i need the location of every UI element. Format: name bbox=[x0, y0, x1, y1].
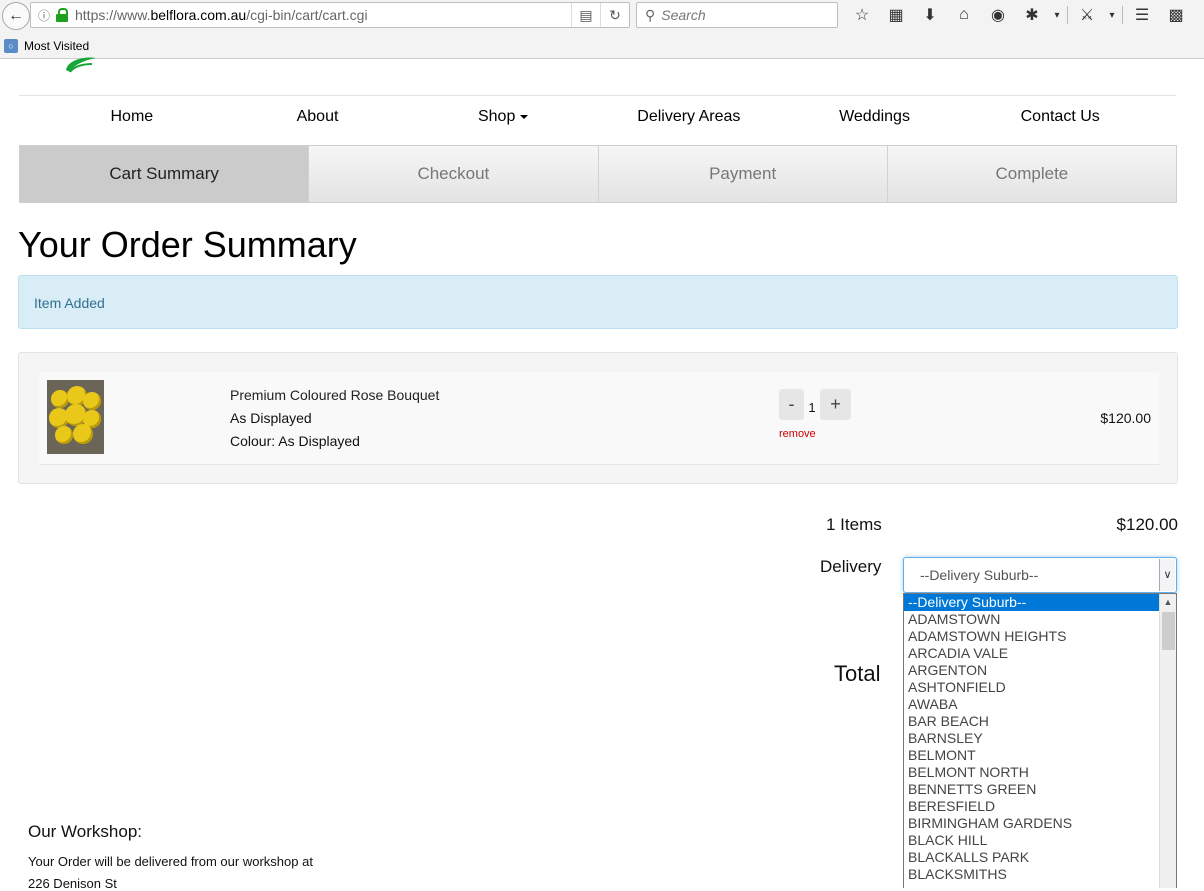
total-label: Total bbox=[834, 661, 881, 686]
decrease-quantity-button[interactable]: - bbox=[779, 389, 804, 420]
scrollbar-thumb[interactable] bbox=[1162, 612, 1175, 650]
dropdown-options: --Delivery Suburb-- ADAMSTOWN ADAMSTOWN HE… bbox=[904, 594, 1160, 883]
step-payment[interactable]: Payment bbox=[598, 146, 888, 202]
dropdown-option[interactable]: BERESFIELD bbox=[904, 798, 1160, 815]
dropdown-option[interactable]: ADAMSTOWN bbox=[904, 611, 1160, 628]
dropdown-option[interactable]: BELMONT NORTH bbox=[904, 764, 1160, 781]
pocket-icon[interactable]: ◉ bbox=[981, 5, 1015, 25]
bookmark-folder-icon: ○ bbox=[4, 39, 18, 53]
browser-toolbar: ← ⓘ https://www.belflora.com.au/cgi-bin/… bbox=[0, 0, 1204, 59]
site-logo[interactable] bbox=[62, 52, 102, 76]
home-icon[interactable]: ⌂ bbox=[947, 6, 981, 24]
reload-icon[interactable]: ↻ bbox=[600, 3, 629, 27]
dropdown-scrollbar[interactable]: ▲ bbox=[1159, 594, 1176, 888]
menu-icon[interactable]: ☰ bbox=[1125, 5, 1159, 25]
nav-home[interactable]: Home bbox=[39, 108, 225, 130]
step-complete[interactable]: Complete bbox=[887, 146, 1176, 202]
items-count: 1 Items bbox=[826, 515, 882, 534]
checkout-steps: Cart Summary Checkout Payment Complete bbox=[19, 145, 1177, 203]
info-icon[interactable]: ⓘ bbox=[35, 7, 53, 24]
nav-shop[interactable]: Shop bbox=[410, 108, 596, 130]
lock-icon bbox=[55, 8, 69, 22]
dropdown-option[interactable]: BLACK HILL bbox=[904, 832, 1160, 849]
dropdown-option[interactable]: BLACKALLS PARK bbox=[904, 849, 1160, 866]
workshop-title: Our Workshop: bbox=[28, 822, 143, 841]
nav-delivery-areas[interactable]: Delivery Areas bbox=[596, 108, 782, 130]
increase-quantity-button[interactable]: + bbox=[820, 389, 851, 420]
header-divider bbox=[19, 95, 1176, 96]
toolbar-separator bbox=[1067, 6, 1068, 24]
dropdown-option[interactable]: BIRMINGHAM GARDENS bbox=[904, 815, 1160, 832]
cart-item-row: Premium Coloured Rose Bouquet As Display… bbox=[39, 372, 1159, 465]
workshop-text: Your Order will be delivered from our wo… bbox=[28, 854, 313, 869]
dropdown-option[interactable]: BLACKSMITHS bbox=[904, 866, 1160, 883]
back-button[interactable]: ← bbox=[2, 2, 30, 30]
bookmark-most-visited[interactable]: Most Visited bbox=[24, 39, 89, 53]
product-colour: Colour: As Displayed bbox=[230, 433, 360, 449]
step-cart-summary[interactable]: Cart Summary bbox=[20, 146, 310, 202]
product-name[interactable]: Premium Coloured Rose Bouquet bbox=[230, 387, 439, 403]
quantity-stepper: - 1 + bbox=[779, 389, 851, 420]
search-icon: ⚲ bbox=[645, 6, 656, 23]
broom-icon[interactable]: ⚔ bbox=[1070, 5, 1104, 25]
item-price: $120.00 bbox=[1100, 410, 1151, 426]
delivery-label: Delivery bbox=[820, 557, 882, 576]
product-option: As Displayed bbox=[230, 410, 312, 426]
reading-list-icon[interactable]: ▦ bbox=[879, 5, 913, 25]
extension-bug-icon[interactable]: ✱ bbox=[1015, 5, 1049, 25]
quantity-value: 1 bbox=[808, 400, 816, 415]
item-added-alert: Item Added bbox=[18, 275, 1178, 329]
shield-extension-icon[interactable]: ▩ bbox=[1159, 5, 1193, 25]
url-bar[interactable]: ⓘ https://www.belflora.com.au/cgi-bin/ca… bbox=[30, 2, 630, 28]
dropdown-option[interactable]: BENNETTS GREEN bbox=[904, 781, 1160, 798]
bookmark-star-icon[interactable]: ☆ bbox=[845, 5, 879, 25]
nav-contact-us[interactable]: Contact Us bbox=[967, 108, 1153, 130]
delivery-suburb-value: --Delivery Suburb-- bbox=[920, 567, 1039, 583]
caret-down-icon bbox=[520, 114, 529, 119]
delivery-suburb-select[interactable]: --Delivery Suburb-- ∨ bbox=[903, 557, 1177, 593]
items-subtotal: $120.00 bbox=[1116, 515, 1178, 534]
dropdown-option[interactable]: --Delivery Suburb-- bbox=[904, 594, 1160, 611]
dropdown-option[interactable]: AWABA bbox=[904, 696, 1160, 713]
dropdown-option[interactable]: BARNSLEY bbox=[904, 730, 1160, 747]
chevron-down-icon[interactable]: ∨ bbox=[1159, 559, 1175, 591]
cart-panel: Premium Coloured Rose Bouquet As Display… bbox=[18, 352, 1178, 484]
main-nav: Home About Shop Delivery Areas Weddings … bbox=[39, 108, 1153, 130]
product-thumbnail[interactable] bbox=[47, 380, 104, 454]
page-title: Your Order Summary bbox=[18, 224, 357, 265]
remove-item-link[interactable]: remove bbox=[779, 428, 816, 440]
dropdown-option[interactable]: ARGENTON bbox=[904, 662, 1160, 679]
dropdown-option[interactable]: ARCADIA VALE bbox=[904, 645, 1160, 662]
dropdown-option[interactable]: BAR BEACH bbox=[904, 713, 1160, 730]
download-icon[interactable]: ⬇ bbox=[913, 5, 947, 25]
arrow-left-icon: ← bbox=[8, 7, 24, 24]
toolbar-icons: ☆ ▦ ⬇ ⌂ ◉ ✱ ▾ ⚔ ▾ ☰ ▩ bbox=[845, 2, 1193, 28]
delivery-suburb-dropdown: --Delivery Suburb-- ADAMSTOWN ADAMSTOWN HE… bbox=[903, 593, 1177, 888]
toolbar-separator bbox=[1122, 6, 1123, 24]
dropdown-option[interactable]: ASHTONFIELD bbox=[904, 679, 1160, 696]
chevron-down-icon[interactable]: ▾ bbox=[1104, 10, 1120, 21]
scroll-up-icon[interactable]: ▲ bbox=[1160, 594, 1176, 610]
workshop-address: 226 Denison St bbox=[28, 876, 117, 891]
url-text[interactable]: https://www.belflora.com.au/cgi-bin/cart… bbox=[75, 7, 571, 23]
nav-about[interactable]: About bbox=[225, 108, 411, 130]
step-checkout[interactable]: Checkout bbox=[309, 146, 599, 202]
chevron-down-icon[interactable]: ▾ bbox=[1049, 10, 1065, 21]
nav-shop-label: Shop bbox=[477, 108, 516, 125]
search-input[interactable]: ⚲ Search bbox=[636, 2, 838, 28]
nav-weddings[interactable]: Weddings bbox=[782, 108, 968, 130]
dropdown-option[interactable]: ADAMSTOWN HEIGHTS bbox=[904, 628, 1160, 645]
dropdown-option[interactable]: BELMONT bbox=[904, 747, 1160, 764]
reader-view-icon[interactable]: ▤ bbox=[571, 3, 600, 27]
